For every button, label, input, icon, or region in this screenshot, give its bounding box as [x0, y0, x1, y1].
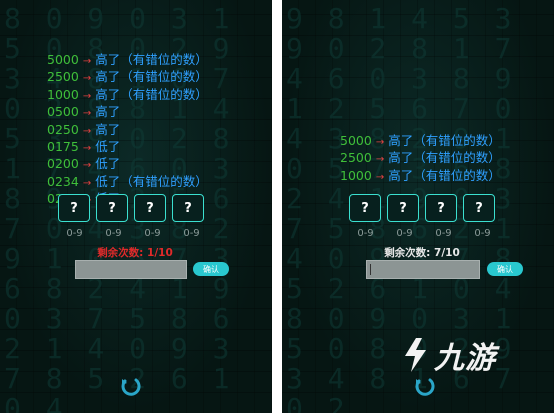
guess-result: 高了（有错位的数） [388, 167, 501, 183]
text-caret [370, 264, 371, 275]
confirm-button[interactable]: 确认 [193, 262, 229, 276]
digit-slot[interactable]: ? [96, 194, 128, 222]
history-row: 1000 → 高了（有错位的数） [47, 87, 208, 104]
guess-number: 1000 [340, 167, 372, 183]
history-row: 0200 → 低了 [47, 156, 208, 173]
confirm-button[interactable]: 确认 [487, 262, 523, 276]
guess-result: 高了（有错位的数） [95, 52, 208, 67]
guess-result: 高了（有错位的数） [95, 86, 208, 102]
digit-ranges: 0-9 0-9 0-9 0-9 [349, 228, 499, 239]
arrow-icon: → [82, 73, 92, 85]
arrow-icon: → [82, 125, 92, 137]
history-row: 2500 → 高了（有错位的数） [340, 150, 501, 167]
digit-slot[interactable]: ? [463, 194, 495, 222]
arrow-icon: → [82, 177, 92, 189]
watermark-text: 九游 [434, 341, 496, 376]
guess-number: 5000 [340, 133, 372, 148]
guess-number: 1000 [47, 86, 79, 102]
digit-slots: ???? [58, 194, 204, 222]
refresh-icon [121, 378, 141, 396]
digit-slots: ???? [349, 194, 495, 222]
guess-number: 0200 [47, 156, 79, 172]
digit-range-label: 0-9 [66, 228, 83, 239]
guess-result: 高了（有错位的数） [388, 133, 501, 148]
history-row: 5000 → 高了（有错位的数） [340, 133, 501, 150]
arrow-icon: → [82, 108, 92, 120]
digit-slot[interactable]: ? [387, 194, 419, 222]
digit-range-label: 0-9 [183, 228, 200, 239]
history-row: 0175 → 低了 [47, 139, 208, 156]
digit-ranges: 0-9 0-9 0-9 0-9 [58, 228, 208, 239]
guess-number: 0175 [47, 139, 79, 155]
arrow-icon: → [82, 56, 92, 67]
guess-number: 5000 [47, 52, 79, 67]
arrow-icon: → [82, 90, 92, 102]
arrow-icon: → [375, 171, 385, 183]
reset-button[interactable] [118, 374, 144, 404]
guess-result: 高了 [95, 104, 121, 120]
guess-number: 2500 [47, 69, 79, 85]
remaining-attempts: 剩余次数: 7/10 [384, 247, 460, 259]
game-screen-left: 8 0 9 0 3 1 5 0 8 0 2 9 3 4 8 1 6 7 0 2 … [0, 0, 272, 413]
history-row: 1000 → 高了（有错位的数） [340, 168, 501, 185]
digit-range-label: 0-9 [105, 228, 122, 239]
arrow-icon: → [375, 154, 385, 166]
jiuyou-watermark: 九游 [400, 333, 496, 377]
guess-result: 低了 [95, 139, 121, 155]
digit-slot[interactable]: ? [425, 194, 457, 222]
digit-slot[interactable]: ? [172, 194, 204, 222]
history-row: 5000 → 高了（有错位的数） [47, 52, 208, 69]
guess-number: 0500 [47, 104, 79, 120]
digit-range-label: 0-9 [357, 228, 374, 239]
arrow-icon: → [375, 137, 385, 148]
panel-divider [272, 0, 282, 413]
digit-slot[interactable]: ? [58, 194, 90, 222]
digit-range-label: 0-9 [144, 228, 161, 239]
arrow-icon: → [82, 143, 92, 155]
guess-input[interactable] [366, 260, 480, 279]
guess-input[interactable] [75, 260, 187, 279]
guess-history: 5000 → 高了（有错位的数） 2500 → 高了（有错位的数） 1000 → 高了（有错位的… [47, 52, 208, 209]
guess-result: 高了（有错位的数） [95, 69, 208, 85]
history-row: 0234 → 低了（有错位的数） [47, 174, 208, 191]
guess-result: 高了（有错位的数） [388, 150, 501, 166]
refresh-icon [415, 378, 435, 396]
guess-result: 低了 [95, 156, 121, 172]
reset-button[interactable] [412, 374, 438, 404]
digit-slot[interactable]: ? [134, 194, 166, 222]
digit-slot[interactable]: ? [349, 194, 381, 222]
guess-number: 2500 [340, 150, 372, 166]
history-row: 0500 → 高了 [47, 104, 208, 121]
history-row: 2500 → 高了（有错位的数） [47, 69, 208, 86]
arrow-icon: → [82, 160, 92, 172]
guess-history: 5000 → 高了（有错位的数） 2500 → 高了（有错位的数） 1000 → 高了（有错位的… [340, 133, 501, 185]
digit-range-label: 0-9 [474, 228, 491, 239]
remaining-attempts: 剩余次数: 1/10 [97, 247, 173, 259]
guess-number: 0250 [47, 121, 79, 137]
digit-range-label: 0-9 [396, 228, 413, 239]
guess-result: 高了 [95, 121, 121, 137]
jiuyou-logo-icon [405, 338, 426, 372]
guess-number: 0234 [47, 173, 79, 189]
digit-range-label: 0-9 [435, 228, 452, 239]
history-row: 0250 → 高了 [47, 122, 208, 139]
guess-result: 低了（有错位的数） [95, 173, 208, 189]
